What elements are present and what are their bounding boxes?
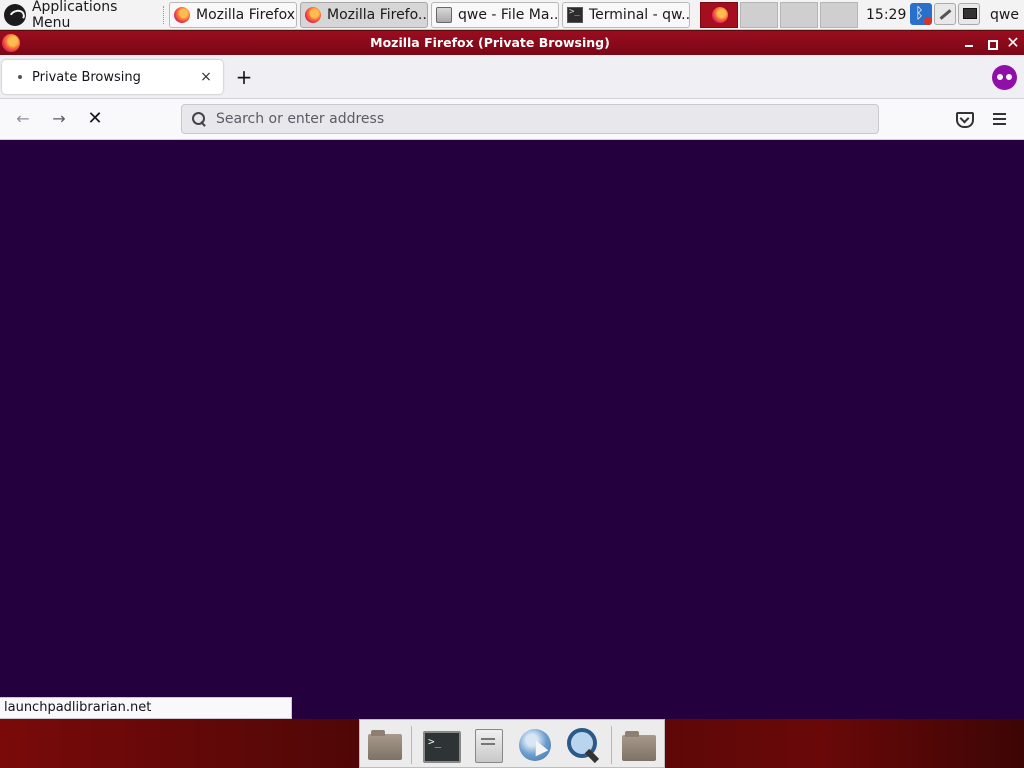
taskbar-item-label: Mozilla Firefo...: [327, 7, 428, 23]
applications-menu-button[interactable]: Applications Menu: [0, 0, 160, 31]
minimize-button[interactable]: [958, 31, 980, 55]
maximize-button[interactable]: [980, 31, 1002, 55]
firefox-icon: [305, 7, 321, 23]
workspace-switcher: [700, 2, 860, 28]
taskbar-item-firefox-2[interactable]: Mozilla Firefo...: [300, 2, 428, 28]
tab-label: Private Browsing: [32, 69, 141, 85]
workspace-3[interactable]: [780, 2, 818, 28]
workspace-2[interactable]: [740, 2, 778, 28]
system-tray: [910, 3, 980, 27]
page-content[interactable]: [0, 140, 1024, 719]
panel-separator: [163, 6, 164, 24]
file-manager-icon: [436, 7, 452, 23]
user-menu[interactable]: qwe: [990, 0, 1019, 30]
pocket-icon[interactable]: [954, 109, 974, 129]
taskbar-item-label: qwe - File Ma...: [458, 7, 559, 23]
search-icon: [191, 111, 207, 127]
tab-private-browsing[interactable]: Private Browsing ×: [2, 60, 223, 94]
tab-strip: Private Browsing × +: [0, 55, 1024, 99]
hamburger-menu-button[interactable]: [990, 109, 1010, 129]
taskbar-item-terminal[interactable]: Terminal - qw...: [562, 2, 690, 28]
home-folder-icon[interactable]: [366, 726, 404, 764]
web-browser-icon[interactable]: [516, 726, 554, 764]
file-manager-icon[interactable]: [469, 726, 507, 764]
loading-dot-icon: [18, 75, 22, 79]
taskbar-item-label: Terminal - qw...: [589, 7, 690, 23]
window-titlebar[interactable]: Mozilla Firefox (Private Browsing) ✕: [0, 31, 1024, 55]
network-icon[interactable]: [958, 3, 980, 25]
workspace-4[interactable]: [820, 2, 858, 28]
new-tab-button[interactable]: +: [232, 66, 256, 90]
firefox-icon: [712, 7, 728, 23]
taskbar-item-label: Mozilla Firefox: [196, 7, 296, 23]
status-bar-url: launchpadlibrarian.net: [0, 697, 292, 719]
navigation-toolbar: ← → ✕: [0, 99, 1024, 140]
dock-separator: [611, 726, 612, 764]
bluetooth-icon[interactable]: [910, 3, 932, 25]
workspace-1[interactable]: [700, 2, 738, 28]
address-bar[interactable]: [181, 104, 879, 134]
taskbar-item-file-manager[interactable]: qwe - File Ma...: [431, 2, 559, 28]
folder-icon[interactable]: [620, 726, 658, 764]
private-browsing-icon: [992, 65, 1017, 90]
firefox-icon: [174, 7, 190, 23]
address-input[interactable]: [216, 111, 856, 127]
clock[interactable]: 15:29: [866, 0, 906, 30]
stop-loading-button[interactable]: ✕: [82, 107, 108, 131]
app-menu-logo-icon: [4, 4, 26, 26]
back-button[interactable]: ←: [10, 107, 36, 131]
app-finder-icon[interactable]: [564, 726, 602, 764]
window-title: Mozilla Firefox (Private Browsing): [370, 35, 610, 50]
taskbar-item-firefox-1[interactable]: Mozilla Firefox: [169, 2, 297, 28]
terminal-icon: [567, 7, 583, 23]
dock: [359, 719, 665, 768]
dock-separator: [411, 726, 412, 764]
close-tab-button[interactable]: ×: [197, 68, 215, 86]
tools-icon[interactable]: [934, 3, 956, 25]
terminal-icon[interactable]: [421, 726, 461, 764]
forward-button[interactable]: →: [46, 107, 72, 131]
close-window-button[interactable]: ✕: [1002, 31, 1024, 55]
top-panel: Applications Menu Mozilla Firefox Mozill…: [0, 0, 1024, 31]
applications-menu-label: Applications Menu: [31, 0, 118, 31]
